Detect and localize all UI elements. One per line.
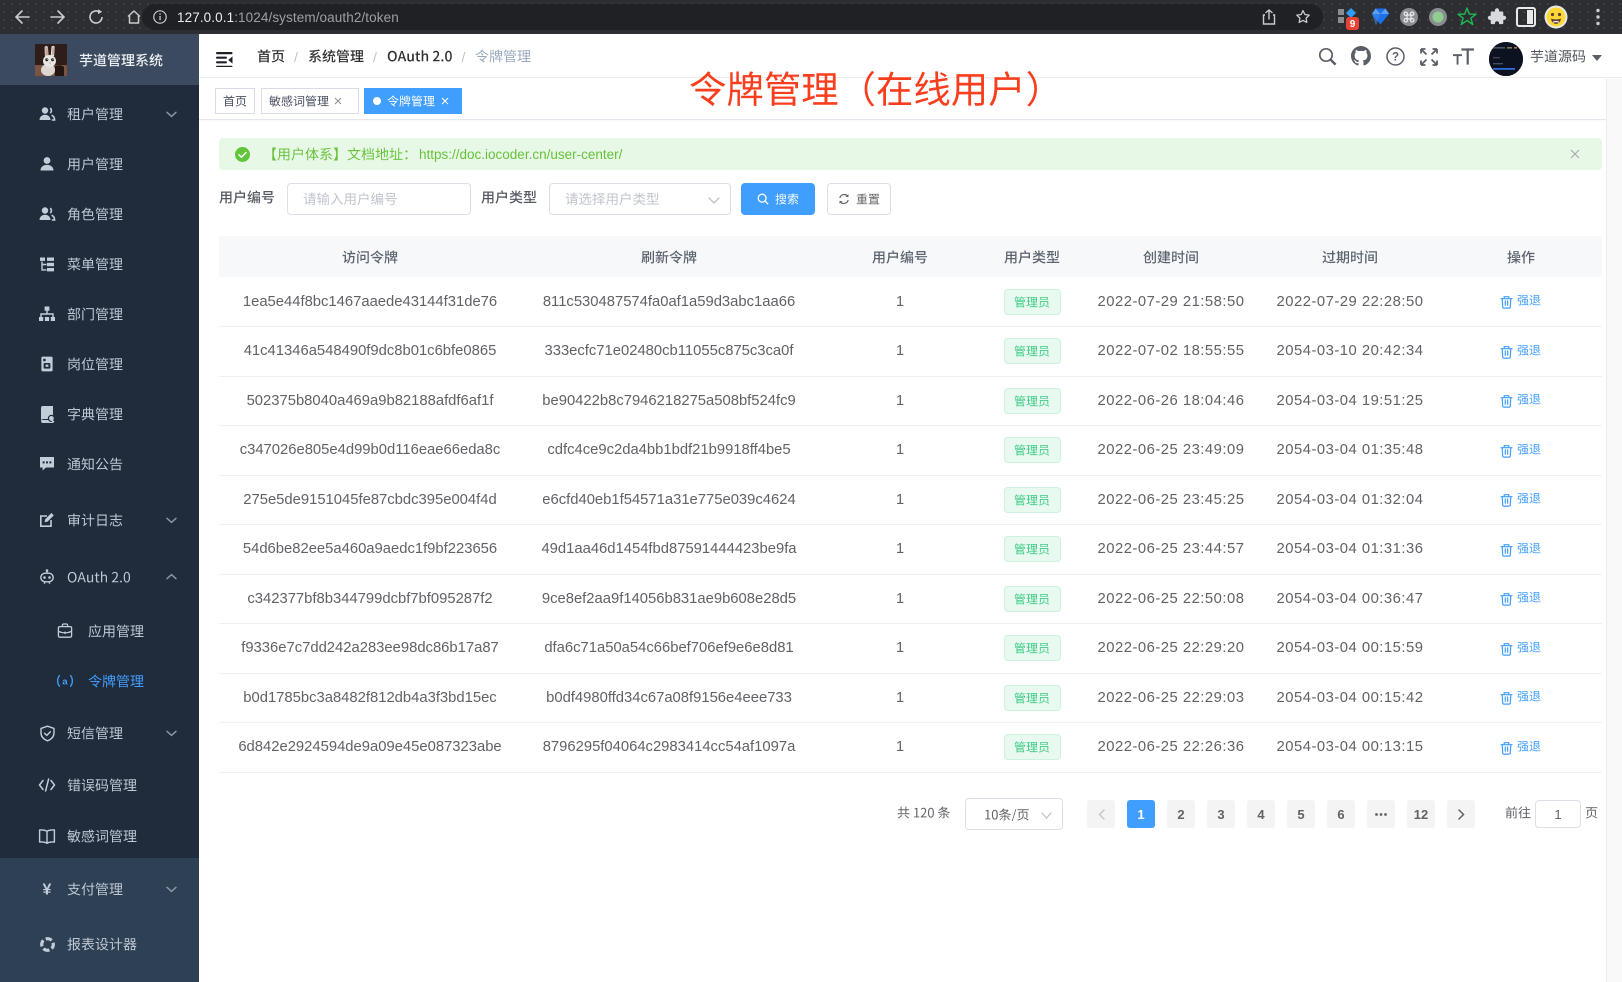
svg-text:?: ? (1392, 52, 1399, 64)
svg-text:a: a (62, 675, 68, 686)
svg-text:¥: ¥ (43, 882, 52, 899)
svg-text:9: 9 (1350, 19, 1356, 30)
